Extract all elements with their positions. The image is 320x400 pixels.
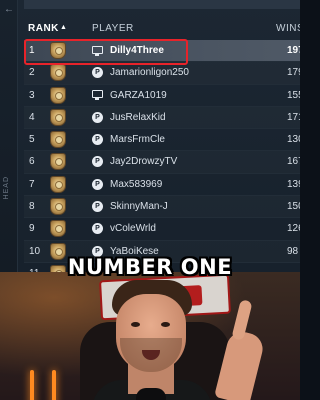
leaderboard-row[interactable]: 4 P JusRelaxKid 171: [24, 107, 300, 130]
player-name[interactable]: Jamarionligon250: [110, 67, 189, 78]
player-name[interactable]: Jay2DrowzyTV: [110, 156, 177, 167]
rank-medal-icon: [50, 198, 66, 216]
playstation-icon: P: [92, 178, 103, 190]
caption-text: NUMBER ONE: [67, 255, 233, 279]
wins-count: 139: [287, 178, 300, 190]
rank-medal-icon: [50, 108, 66, 126]
leaderboard-row[interactable]: 9 PvColeWrld 126: [24, 218, 300, 241]
wins-count: 126: [287, 223, 300, 235]
playstation-icon: P: [92, 156, 103, 168]
back-arrow-icon[interactable]: ←: [4, 4, 14, 15]
wins-count: 179: [287, 67, 300, 79]
rank-number: 9: [29, 223, 35, 235]
side-tab-label: HEAD: [3, 176, 10, 200]
rank-medal-icon: [50, 153, 66, 171]
rank-column-header[interactable]: RANK: [28, 23, 59, 34]
playstation-icon: P: [92, 111, 103, 123]
rank-medal-icon: [50, 131, 66, 149]
rank-number: 4: [29, 111, 35, 123]
leaderboard-row[interactable]: 2 P Jamarionligon250 179: [24, 62, 300, 85]
rank-medal-icon: [50, 220, 66, 238]
top-strip: [24, 0, 300, 9]
leaderboard-row[interactable]: 5 P MarsFrmCle 130: [24, 129, 300, 152]
leaderboard-row[interactable]: 3 GARZA1019 155: [24, 85, 300, 107]
wins-count: 171: [287, 111, 300, 123]
rank-number: 3: [29, 89, 35, 101]
right-eye: [161, 322, 170, 327]
rank-medal-icon: [50, 86, 66, 104]
leaderboard-row[interactable]: 7 P Max583969 139: [24, 174, 300, 197]
playstation-icon: P: [92, 67, 103, 79]
player-name[interactable]: Max583969: [110, 179, 162, 190]
wins-count: 155: [287, 89, 300, 101]
leaderboard-rows: 1Dilly4Three1972PJamarionligon2501793GAR…: [24, 40, 300, 272]
wins-count: 130: [287, 134, 300, 146]
rank-number: 7: [29, 178, 35, 190]
player-name[interactable]: vColeWrld: [110, 223, 156, 234]
streamer-face: [116, 294, 186, 372]
wins-count: 150: [287, 201, 300, 213]
microphone: [136, 388, 166, 400]
rank-number: 2: [29, 67, 35, 79]
player-name[interactable]: JusRelaxKid: [110, 112, 166, 123]
leaderboard-panel: ← HEAD RANK ▲ PLAYER WINS 1Dilly4Three19…: [0, 0, 300, 272]
rank-number: 8: [29, 201, 35, 213]
rank-number: 5: [29, 134, 35, 146]
playstation-icon: P: [92, 134, 103, 146]
sort-ascending-icon[interactable]: ▲: [60, 24, 67, 31]
left-eye: [131, 322, 140, 327]
neon-light-bar: [52, 370, 56, 400]
side-tab[interactable]: ← HEAD: [0, 0, 18, 272]
player-column-header[interactable]: PLAYER: [92, 23, 134, 34]
leaderboard-row[interactable]: 8 P SkinnyMan-J 150: [24, 196, 300, 219]
wins-column-header[interactable]: WINS: [276, 23, 300, 34]
rank-medal-icon: [50, 175, 66, 193]
leaderboard-row[interactable]: 6 P Jay2DrowzyTV 167: [24, 151, 300, 174]
player-name[interactable]: SkinnyMan-J: [110, 201, 168, 212]
playstation-icon: P: [92, 201, 103, 213]
wins-count: 167: [287, 156, 300, 168]
video-frame: ← HEAD RANK ▲ PLAYER WINS 1Dilly4Three19…: [0, 0, 300, 400]
neon-light-bar: [30, 370, 34, 400]
pc-icon: [92, 90, 103, 101]
wins-count: 197: [287, 45, 300, 56]
table-header: RANK ▲ PLAYER WINS: [24, 20, 300, 38]
webcam-overlay: [0, 272, 300, 400]
playstation-icon: P: [92, 223, 103, 235]
player-name[interactable]: GARZA1019: [110, 90, 167, 101]
selected-row-outline: [24, 39, 188, 65]
rank-medal-icon: [50, 64, 66, 82]
player-name[interactable]: MarsFrmCle: [110, 134, 165, 145]
rank-number: 6: [29, 156, 35, 168]
